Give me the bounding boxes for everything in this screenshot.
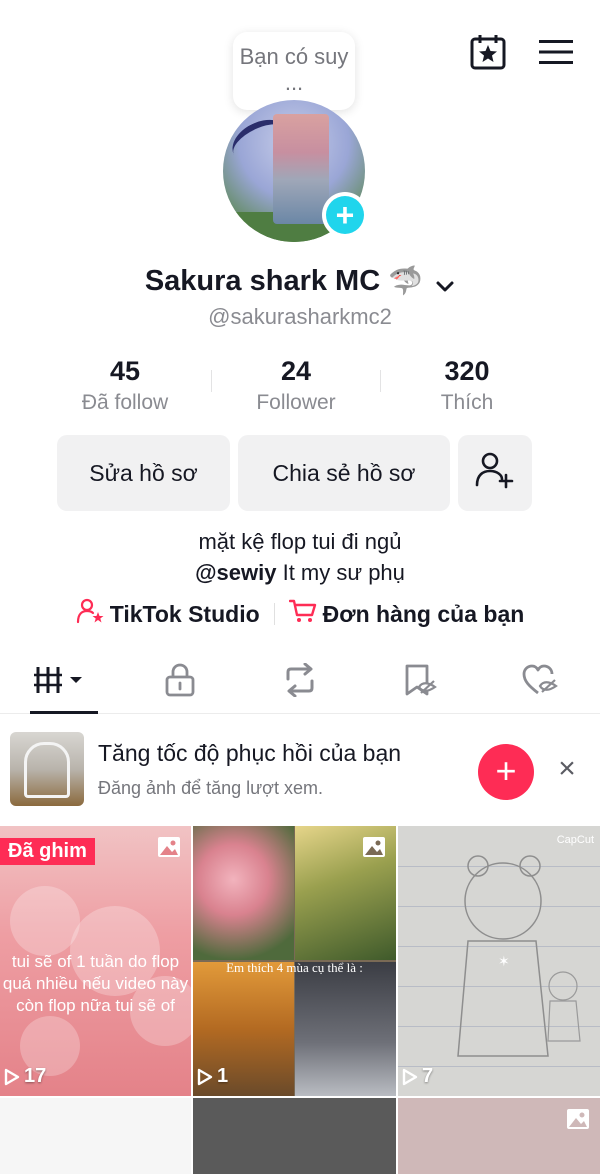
bio-mention-link[interactable]: @sewiy bbox=[195, 560, 276, 585]
view-count: 7 bbox=[402, 1065, 433, 1088]
view-count-value: 7 bbox=[422, 1065, 434, 1087]
bookmark-hidden-icon bbox=[402, 663, 438, 702]
stat-followers[interactable]: 24 Follower bbox=[211, 356, 381, 415]
links-divider bbox=[273, 603, 275, 625]
video-tile-seasons[interactable]: Em thích 4 mùa cụ thể là : 1 bbox=[193, 826, 396, 1096]
video-tile-dark[interactable] bbox=[193, 1098, 396, 1174]
grid-icon bbox=[34, 665, 86, 700]
video-tile-pinned[interactable]: Đã ghim tui sẽ of 1 tuần do flop quá nhi… bbox=[0, 826, 191, 1096]
recovery-promo-banner[interactable]: Tăng tốc độ phục hồi của bạn Đăng ảnh để… bbox=[0, 730, 600, 814]
top-bar-icons bbox=[468, 32, 576, 72]
view-count-value: 17 bbox=[24, 1065, 47, 1087]
promo-thumbnail bbox=[10, 732, 84, 806]
calendar-star-icon[interactable] bbox=[468, 32, 508, 72]
stat-following-label: Đã follow bbox=[81, 391, 169, 414]
plus-icon: + bbox=[326, 196, 364, 234]
profile-stats: 45 Đã follow 24 Follower 320 Thích bbox=[40, 356, 552, 415]
tab-favorites[interactable] bbox=[380, 652, 460, 714]
stat-likes[interactable]: 320 Thích bbox=[382, 356, 552, 415]
bio-line-2: @sewiy It my sư phụ bbox=[0, 557, 600, 588]
heart-hidden-icon bbox=[521, 663, 559, 702]
stat-divider bbox=[380, 370, 381, 392]
avatar-container[interactable]: + bbox=[223, 100, 368, 242]
profile-name: Sakura shark MC bbox=[144, 265, 381, 297]
play-icon bbox=[402, 1068, 418, 1085]
play-icon bbox=[4, 1068, 20, 1085]
orders-link[interactable]: Đơn hàng của bạn bbox=[288, 598, 525, 630]
tab-liked[interactable] bbox=[500, 652, 580, 714]
stat-following-value: 45 bbox=[109, 356, 141, 386]
promo-add-button[interactable]: + bbox=[478, 744, 534, 800]
close-icon[interactable]: × bbox=[552, 754, 582, 784]
tile-overlay-text: tui sẽ of 1 tuần do flop quá nhiều nếu v… bbox=[2, 952, 189, 1015]
promo-title: Tăng tốc độ phục hồi của bạn bbox=[98, 740, 402, 766]
orders-label: Đơn hàng của bạn bbox=[322, 600, 525, 627]
shark-emoji: 🦈 bbox=[388, 265, 424, 296]
add-friend-button[interactable] bbox=[458, 435, 532, 511]
view-count: 17 bbox=[4, 1065, 46, 1088]
view-count-value: 1 bbox=[217, 1065, 229, 1087]
hamburger-menu-icon[interactable] bbox=[536, 32, 576, 72]
pinned-badge: Đã ghim bbox=[0, 838, 95, 865]
stat-divider bbox=[211, 370, 212, 392]
tile-caption: Em thích 4 mùa cụ thể là : bbox=[226, 960, 363, 975]
capcut-watermark: CapCut bbox=[556, 834, 594, 846]
creator-person-icon bbox=[76, 598, 104, 630]
tiktok-studio-link[interactable]: TikTok Studio bbox=[76, 598, 260, 630]
video-tile-pink[interactable] bbox=[398, 1098, 600, 1174]
stat-followers-label: Follower bbox=[256, 391, 336, 414]
profile-links: TikTok Studio Đơn hàng của bạn bbox=[0, 598, 600, 630]
promo-subtitle: Đăng ảnh để tăng lượt xem. bbox=[98, 778, 323, 798]
tiktok-studio-label: TikTok Studio bbox=[109, 600, 260, 627]
view-count: 1 bbox=[197, 1065, 228, 1088]
winter-image bbox=[295, 962, 396, 1096]
chevron-down-icon[interactable] bbox=[435, 272, 455, 292]
sketch-drawing: ✶ bbox=[457, 855, 581, 1057]
video-grid: Đã ghim tui sẽ of 1 tuần do flop quá nhi… bbox=[0, 826, 600, 1174]
add-user-icon bbox=[475, 451, 515, 495]
profile-handle: @sakurasharkmc2 bbox=[208, 304, 392, 329]
profile-bio: mặt kệ flop tui đi ngủ @sewiy It my sư p… bbox=[0, 526, 600, 588]
play-icon bbox=[197, 1068, 213, 1085]
repost-icon bbox=[282, 662, 318, 702]
bio-line-1: mặt kệ flop tui đi ngủ bbox=[198, 529, 402, 554]
photo-icon bbox=[363, 837, 385, 857]
video-tile-screenshot[interactable] bbox=[0, 1098, 191, 1174]
video-tile-sketch[interactable]: ✶ CapCut 7 bbox=[398, 826, 600, 1096]
lock-icon bbox=[164, 663, 196, 702]
tab-reposts[interactable] bbox=[260, 652, 340, 714]
add-avatar-button[interactable]: + bbox=[322, 192, 368, 238]
profile-actions: Sửa hồ sơ Chia sẻ hồ sơ bbox=[57, 435, 532, 511]
profile-name-row[interactable]: Sakura shark MC 🦈 bbox=[0, 264, 600, 298]
svg-text:✶: ✶ bbox=[498, 954, 510, 970]
photo-icon bbox=[567, 1109, 589, 1129]
edit-profile-button[interactable]: Sửa hồ sơ bbox=[57, 435, 230, 511]
stat-followers-value: 24 bbox=[280, 356, 312, 386]
avatar-figure bbox=[273, 114, 329, 224]
stat-following[interactable]: 45 Đã follow bbox=[40, 356, 210, 415]
stat-likes-value: 320 bbox=[444, 356, 490, 386]
shopping-cart-icon bbox=[288, 598, 317, 630]
bio-line-2-text: It my sư phụ bbox=[276, 560, 405, 585]
tab-videos[interactable] bbox=[20, 652, 100, 714]
tab-private[interactable] bbox=[140, 652, 220, 714]
profile-tabs bbox=[0, 652, 600, 714]
photo-icon bbox=[158, 837, 180, 857]
share-profile-button[interactable]: Chia sẻ hồ sơ bbox=[238, 435, 450, 511]
stat-likes-label: Thích bbox=[440, 391, 494, 414]
spring-image bbox=[193, 826, 294, 960]
status-bubble[interactable]: Bạn có suy ... bbox=[233, 32, 355, 110]
